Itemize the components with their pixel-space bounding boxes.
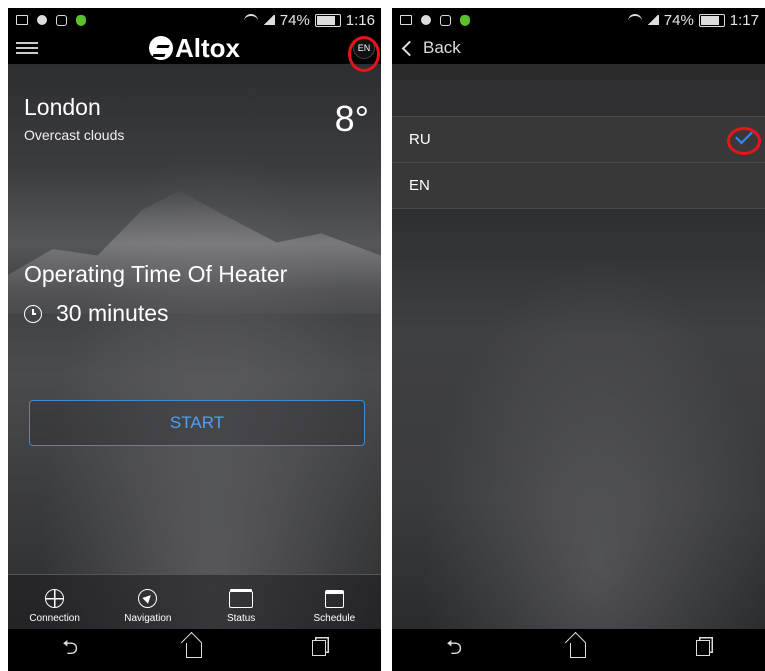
tab-status[interactable]: Status — [195, 575, 288, 630]
duration-selector[interactable]: 30 minutes — [24, 300, 169, 327]
system-back-button[interactable]: ⮌ — [55, 633, 85, 667]
battery-percent: 74% — [279, 11, 310, 29]
system-home-button[interactable] — [179, 637, 209, 664]
tab-label: Connection — [29, 613, 80, 624]
calendar-icon — [324, 590, 344, 608]
back-button[interactable]: Back — [392, 32, 765, 64]
menu-icon[interactable] — [16, 42, 38, 54]
compass-icon — [138, 589, 158, 608]
tab-label: Schedule — [313, 613, 356, 624]
language-option-en[interactable]: EN — [392, 163, 765, 209]
highlight-ring — [727, 127, 761, 155]
chat-icon — [37, 15, 47, 25]
signal-icon — [646, 15, 659, 25]
tab-label: Status — [226, 613, 256, 624]
weather-temperature: 8° — [334, 98, 369, 139]
weather-condition: Overcast clouds — [24, 127, 125, 143]
app-header: Altox EN — [8, 32, 381, 64]
shield-icon — [76, 14, 86, 26]
instagram-icon — [440, 14, 451, 26]
start-button[interactable]: START — [29, 400, 365, 446]
chevron-left-icon — [401, 40, 418, 56]
language-code: RU — [409, 131, 431, 148]
bottom-tab-bar: Connection Navigation Status Schedule — [8, 574, 381, 630]
back-arrow-icon: ⮌ — [446, 637, 463, 659]
list-header-spacer — [392, 80, 765, 116]
weather-city: London — [24, 94, 101, 120]
signal-icon — [262, 15, 275, 25]
status-bar: 74% 1:16 — [8, 8, 381, 32]
system-nav-bar: ⮌ — [8, 629, 381, 671]
background-photo — [392, 208, 765, 629]
brand-name: Altox — [175, 32, 240, 63]
highlight-ring — [348, 36, 380, 72]
back-label: Back — [423, 38, 461, 57]
status-bar: 74% 1:17 — [392, 8, 765, 32]
tab-connection[interactable]: Connection — [8, 575, 101, 630]
system-nav-bar: ⮌ — [392, 629, 765, 671]
system-recents-button[interactable] — [688, 639, 718, 662]
altox-logo-icon — [149, 36, 173, 60]
home-icon — [186, 642, 203, 658]
phone-screen-main: 74% 1:16 Altox EN London Overcast clouds… — [8, 8, 381, 671]
clock-icon — [24, 304, 42, 323]
home-icon — [570, 642, 587, 658]
phone-screen-language: 74% 1:17 Back RU EN ⮌ — [392, 8, 765, 671]
app-logo: Altox — [149, 33, 240, 64]
recents-icon — [311, 639, 326, 656]
tab-schedule[interactable]: Schedule — [288, 575, 381, 630]
language-list: RU EN — [392, 116, 765, 209]
operating-time-title: Operating Time Of Heater — [24, 261, 288, 287]
language-code: EN — [409, 177, 430, 194]
background-photo — [8, 64, 381, 629]
recents-icon — [695, 639, 710, 656]
notification-icon — [16, 15, 28, 25]
language-option-ru[interactable]: RU — [392, 117, 765, 163]
duration-value: 30 minutes — [56, 300, 169, 326]
battery-percent: 74% — [663, 11, 694, 29]
system-home-button[interactable] — [563, 637, 593, 664]
battery-icon — [314, 13, 341, 27]
system-back-button[interactable]: ⮌ — [439, 633, 469, 667]
clock-time: 1:17 — [729, 11, 759, 29]
system-recents-button[interactable] — [304, 639, 334, 662]
chat-icon — [421, 15, 431, 25]
shield-icon — [460, 14, 470, 26]
tab-label: Navigation — [124, 613, 172, 624]
wifi-icon — [243, 14, 258, 26]
instagram-icon — [56, 14, 67, 26]
tab-navigation[interactable]: Navigation — [101, 575, 194, 630]
globe-icon — [45, 589, 65, 608]
clock-time: 1:16 — [345, 11, 375, 29]
back-arrow-icon: ⮌ — [62, 637, 79, 659]
wifi-icon — [627, 14, 642, 26]
notification-icon — [400, 15, 412, 25]
layers-icon — [229, 591, 254, 608]
battery-icon — [698, 13, 725, 27]
